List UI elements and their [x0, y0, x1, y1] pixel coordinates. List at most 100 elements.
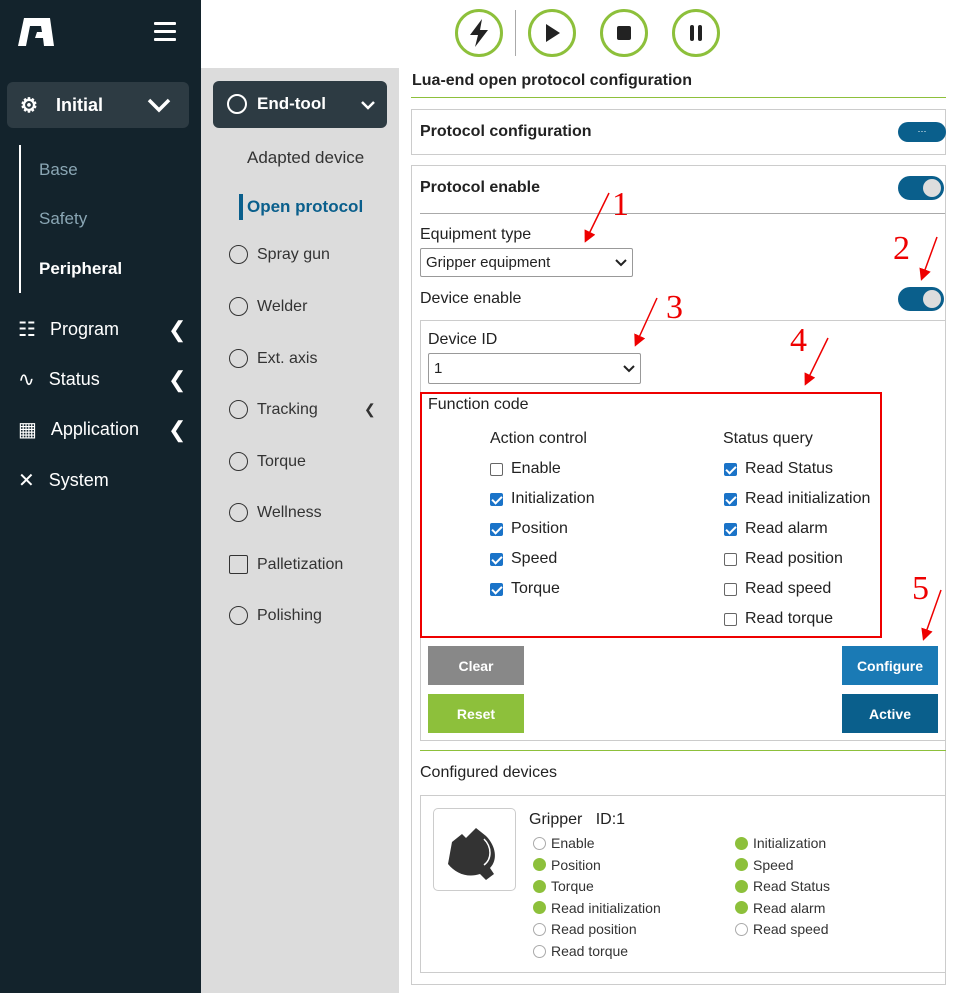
pulse-icon: ∿	[18, 369, 35, 391]
sidebar-item-system[interactable]: ✕ System	[18, 468, 109, 493]
configure-button[interactable]: Configure	[842, 646, 938, 685]
checkbox-icon[interactable]	[724, 612, 737, 626]
end-tool-icon	[227, 94, 247, 114]
checkbox-action[interactable]: Speed	[490, 550, 557, 568]
status-query-heading: Status query	[723, 430, 813, 447]
checkbox-icon[interactable]	[724, 492, 737, 506]
label: Protocol configuration	[420, 123, 592, 140]
device-id: ID:1	[595, 811, 626, 828]
device-id-label: Device ID	[428, 331, 498, 348]
device-id-select[interactable]: 1	[428, 353, 641, 384]
status-dot-icon	[533, 858, 546, 872]
flash-button[interactable]	[455, 9, 503, 57]
chevron-left-icon: ❮	[168, 366, 187, 392]
status-dot-icon	[533, 901, 546, 915]
sidebar-sub-safety[interactable]: Safety	[39, 209, 87, 229]
equipment-type-select[interactable]: Gripper equipment	[420, 248, 633, 277]
wellness-icon	[229, 503, 248, 522]
status-dot-icon	[533, 879, 546, 893]
menu-item-palletization[interactable]: Palletization	[229, 555, 343, 574]
device-name: Gripper	[529, 811, 583, 828]
label: Read Status	[753, 878, 831, 895]
menu-item-polishing[interactable]: Polishing	[229, 606, 322, 625]
menu-sub-adapted-device[interactable]: Adapted device	[247, 148, 364, 168]
menu-item-wellness[interactable]: Wellness	[229, 503, 322, 522]
checkbox-action[interactable]: Torque	[490, 580, 560, 598]
stop-button[interactable]	[600, 9, 648, 57]
sidebar-item-program[interactable]: ☷ Program ❮	[18, 317, 201, 342]
checkbox-query[interactable]: Read alarm	[724, 520, 828, 538]
sidebar-item-status[interactable]: ∿ Status ❮	[18, 367, 201, 392]
expand-toggle-icon[interactable]: ⋯	[898, 122, 946, 142]
checkbox-action[interactable]: Initialization	[490, 490, 595, 508]
checkbox-action[interactable]: Enable	[490, 460, 561, 478]
sidebar-item-initial[interactable]: ⚙ Initial	[7, 82, 189, 128]
value: 1	[434, 360, 443, 377]
checkbox-icon[interactable]	[490, 522, 503, 536]
checkbox-icon[interactable]	[490, 552, 503, 566]
function-code-highlight	[420, 392, 882, 638]
checkbox-icon[interactable]	[724, 462, 737, 476]
divider	[411, 97, 946, 98]
menu-sub-open-protocol[interactable]: Open protocol	[247, 197, 363, 217]
chevron-down-icon	[361, 101, 375, 110]
sidebar-sub-peripheral[interactable]: Peripheral	[39, 259, 122, 279]
menu-item-welder[interactable]: Welder	[229, 297, 307, 316]
hamburger-menu-icon[interactable]	[154, 22, 176, 42]
protocol-enable-toggle[interactable]	[898, 176, 944, 200]
page-title: Lua-end open protocol configuration	[412, 72, 692, 89]
checkbox-action[interactable]: Position	[490, 520, 568, 538]
checkbox-icon[interactable]	[724, 522, 737, 536]
divider	[515, 10, 516, 56]
clear-button[interactable]: Clear	[428, 646, 524, 685]
label: Position	[551, 856, 601, 873]
configured-devices-label: Configured devices	[420, 764, 557, 781]
menu-item-end-tool[interactable]: End-tool	[213, 81, 387, 128]
checkbox-query[interactable]: Read initialization	[724, 490, 870, 508]
label: Read position	[745, 550, 843, 567]
active-button[interactable]: Active	[842, 694, 938, 733]
chevron-left-icon: ❮	[168, 416, 187, 442]
configured-device-card[interactable]: Gripper ID:1 Enable Position Torque Read in…	[420, 795, 946, 973]
label: Polishing	[257, 606, 322, 624]
play-button[interactable]	[528, 9, 576, 57]
checkbox-icon[interactable]	[490, 492, 503, 506]
device-enable-toggle[interactable]	[898, 287, 944, 311]
status-indicator: Position	[533, 857, 601, 873]
annotation-number: 3	[666, 289, 683, 326]
menu-item-tracking[interactable]: Tracking ❮	[229, 400, 379, 419]
gripper-icon	[433, 808, 516, 891]
checkbox-icon[interactable]	[490, 582, 503, 596]
checkbox-icon[interactable]	[724, 552, 737, 566]
reset-button[interactable]: Reset	[428, 694, 524, 733]
sidebar-sub-base[interactable]: Base	[39, 160, 78, 180]
checkbox-icon[interactable]	[724, 582, 737, 596]
annotation-number: 1	[612, 186, 629, 223]
label: Tracking	[257, 400, 318, 418]
status-indicator: Read speed	[735, 921, 829, 937]
label: Initialization	[753, 835, 827, 851]
sidebar-item-application[interactable]: ▦ Application ❮	[18, 417, 201, 442]
checkbox-icon[interactable]	[490, 462, 503, 476]
status-indicator: Read torque	[533, 943, 628, 959]
label: Read alarm	[745, 520, 828, 537]
label: Torque	[257, 452, 306, 470]
annotation-number: 4	[790, 322, 807, 359]
checkbox-query[interactable]: Read torque	[724, 610, 833, 628]
label: Ext. axis	[257, 349, 318, 367]
label: Status	[48, 369, 100, 389]
status-dot-icon	[533, 922, 546, 936]
divider	[420, 213, 945, 214]
checkbox-query[interactable]: Read position	[724, 550, 843, 568]
menu-item-torque[interactable]: Torque	[229, 452, 306, 471]
label: Torque	[511, 580, 560, 597]
checkbox-query[interactable]: Read Status	[724, 460, 833, 478]
menu-item-ext-axis[interactable]: Ext. axis	[229, 349, 317, 368]
pause-button[interactable]	[672, 9, 720, 57]
logo-icon	[18, 18, 54, 46]
label: Application	[50, 419, 139, 439]
label: Read speed	[745, 580, 832, 597]
menu-item-spray-gun[interactable]: Spray gun	[229, 245, 330, 264]
checkbox-query[interactable]: Read speed	[724, 580, 831, 598]
protocol-configuration-panel[interactable]: Protocol configuration ⋯	[411, 109, 946, 155]
